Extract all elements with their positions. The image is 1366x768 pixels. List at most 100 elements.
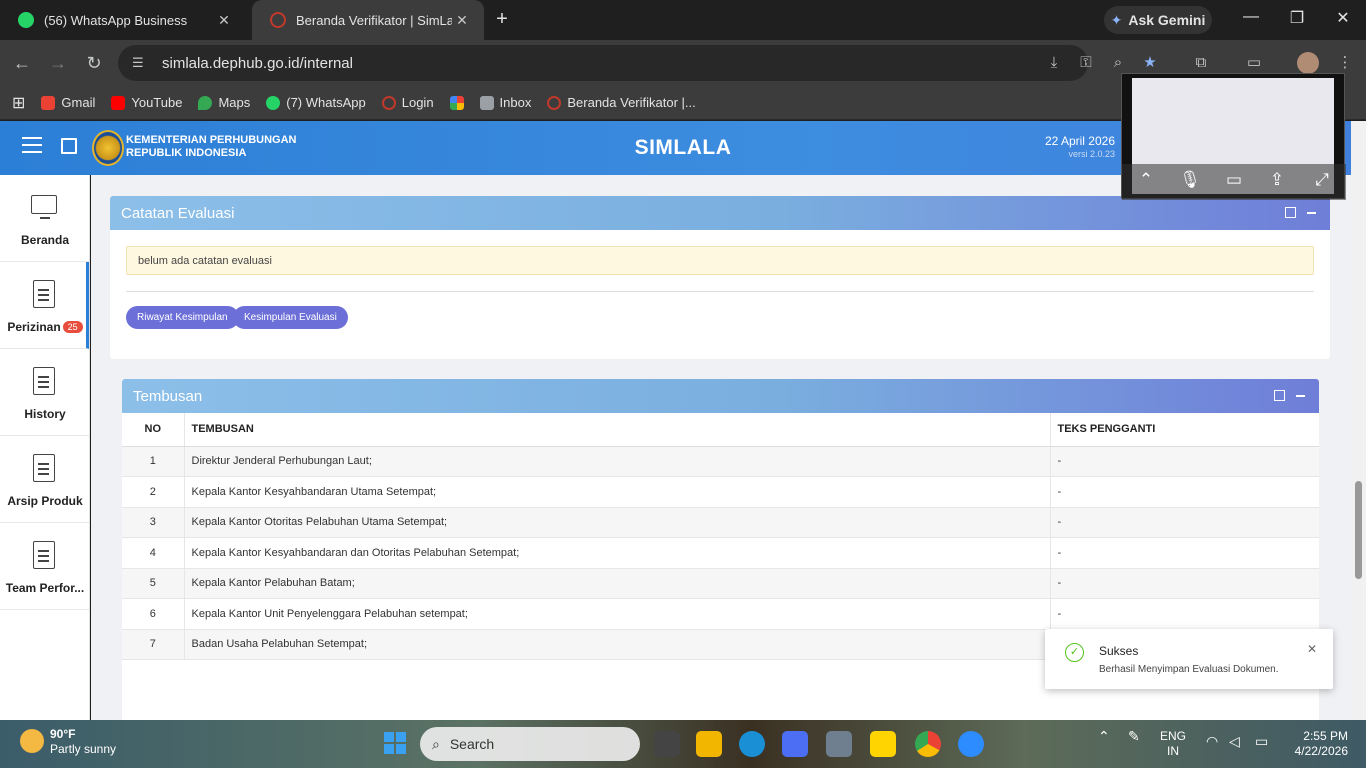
divider bbox=[126, 291, 1314, 292]
install-app-icon[interactable]: ⤓ bbox=[1043, 52, 1065, 74]
bookmark-whatsapp[interactable]: (7) WhatsApp bbox=[266, 95, 366, 110]
tab-whatsapp-business[interactable]: (56) WhatsApp Business ✕ bbox=[0, 0, 246, 40]
sidebar-item-perizinan[interactable]: Perizinan 25 bbox=[0, 262, 89, 349]
card-title: Catatan Evaluasi bbox=[121, 205, 235, 222]
share-screen-icon[interactable]: ⇪ bbox=[1265, 170, 1289, 190]
whatsapp-icon bbox=[266, 95, 281, 110]
globe-icon bbox=[547, 95, 562, 110]
bookmark-login[interactable]: Login bbox=[381, 95, 434, 110]
ask-gemini-button[interactable]: ✦ Ask Gemini bbox=[1104, 6, 1212, 34]
globe-icon bbox=[270, 12, 286, 28]
maps-icon bbox=[198, 95, 213, 110]
cast-icon[interactable]: ▭ bbox=[1243, 52, 1265, 74]
sticky-notes-icon[interactable] bbox=[870, 731, 896, 757]
header-date: 22 April 2026 bbox=[1044, 134, 1115, 148]
apps-grid-icon[interactable]: ⊞ bbox=[12, 93, 25, 113]
ask-gemini-label: Ask Gemini bbox=[1128, 12, 1206, 28]
document-icon bbox=[33, 367, 55, 395]
evaluation-note: belum ada catatan evaluasi bbox=[126, 246, 1314, 275]
expand-window-icon[interactable]: ⤢ bbox=[1310, 170, 1334, 190]
collapse-icon[interactable] bbox=[1296, 395, 1305, 397]
bookmark-gmail[interactable]: Gmail bbox=[41, 95, 95, 110]
sidebar-item-arsip-produk[interactable]: Arsip Produk bbox=[0, 436, 89, 523]
expand-icon[interactable] bbox=[1274, 390, 1285, 401]
forward-icon[interactable]: → bbox=[45, 50, 71, 76]
close-tab-icon[interactable]: ✕ bbox=[452, 12, 472, 29]
riwayat-kesimpulan-button[interactable]: Riwayat Kesimpulan bbox=[126, 306, 239, 329]
address-bar[interactable]: ☰ simlala.dephub.go.id/internal bbox=[118, 45, 1088, 81]
notification-message: Berhasil Menyimpan Evaluasi Dokumen. bbox=[1099, 664, 1279, 675]
chrome-icon[interactable] bbox=[915, 731, 941, 757]
restore-icon[interactable]: ❐ bbox=[1282, 8, 1312, 28]
close-window-icon[interactable]: ✕ bbox=[1328, 8, 1358, 28]
bookmark-star-icon[interactable]: ★ bbox=[1139, 52, 1161, 74]
task-view-icon[interactable] bbox=[654, 731, 680, 757]
table-row: 1 Direktur Jenderal Perhubungan Laut; - bbox=[122, 446, 1319, 477]
check-circle-icon: ✓ bbox=[1065, 643, 1084, 662]
column-header: NO bbox=[122, 413, 185, 447]
windows-start-icon[interactable] bbox=[384, 732, 406, 754]
site-settings-icon[interactable]: ☰ bbox=[132, 55, 150, 71]
bookmark-youtube[interactable]: YouTube bbox=[111, 95, 182, 110]
youtube-icon bbox=[111, 95, 126, 110]
document-icon bbox=[33, 541, 55, 569]
scrollbar-thumb[interactable] bbox=[1355, 481, 1362, 579]
notification-title: Sukses bbox=[1099, 644, 1139, 658]
column-header: TEKS PENGGANTI bbox=[1050, 413, 1319, 447]
chevron-up-icon[interactable]: ⌃ bbox=[1134, 170, 1158, 190]
battery-icon[interactable]: ▭ bbox=[1255, 734, 1268, 749]
camera-app-icon[interactable] bbox=[826, 731, 852, 757]
sidebar-item-label: Beranda bbox=[20, 233, 70, 247]
weather-widget[interactable]: 90°F Partly sunny bbox=[20, 727, 116, 757]
profile-avatar[interactable] bbox=[1297, 52, 1319, 74]
copilot-icon[interactable] bbox=[782, 731, 808, 757]
close-icon[interactable]: ✕ bbox=[1307, 642, 1317, 656]
zoom-icon[interactable]: ⌕ bbox=[1107, 52, 1129, 74]
zoom-app-icon[interactable] bbox=[958, 731, 984, 757]
expand-icon[interactable] bbox=[1285, 207, 1296, 218]
pen-icon[interactable]: ✎ bbox=[1128, 729, 1140, 744]
camera-off-icon[interactable]: ▭ bbox=[1222, 170, 1246, 190]
document-icon bbox=[33, 454, 55, 482]
new-tab-icon[interactable]: + bbox=[492, 8, 512, 31]
extensions-icon[interactable]: ⧉ bbox=[1190, 52, 1212, 74]
clock[interactable]: 2:55 PM 4/22/2026 bbox=[1290, 729, 1348, 759]
collapse-icon[interactable] bbox=[1307, 212, 1316, 214]
pinwheel-icon bbox=[449, 95, 464, 110]
file-explorer-icon[interactable] bbox=[696, 731, 722, 757]
gmail-icon bbox=[41, 95, 56, 110]
language-indicator[interactable]: ENG IN bbox=[1160, 729, 1186, 759]
bookmark-maps[interactable]: Maps bbox=[198, 95, 250, 110]
reload-icon[interactable]: ↻ bbox=[81, 50, 107, 76]
taskbar-search[interactable]: ⌕ Search bbox=[420, 727, 640, 761]
sidebar-item-beranda[interactable]: Beranda bbox=[0, 175, 89, 262]
page-scrollbar[interactable] bbox=[1351, 121, 1366, 720]
wifi-icon[interactable]: ◠ bbox=[1206, 734, 1218, 749]
bookmark-inbox[interactable]: Inbox bbox=[479, 95, 531, 110]
monitor-icon bbox=[31, 195, 57, 219]
password-key-icon[interactable]: ⚿ bbox=[1075, 52, 1097, 74]
card-header: Tembusan bbox=[122, 379, 1319, 413]
picture-in-picture-window[interactable]: ⌃ 🎙 ▭ ⇪ ⤢ bbox=[1121, 73, 1346, 200]
menu-kebab-icon[interactable]: ⋮ bbox=[1334, 52, 1356, 74]
edge-icon[interactable] bbox=[739, 731, 765, 757]
sidebar-item-history[interactable]: History bbox=[0, 349, 89, 436]
table-row: 2 Kepala Kantor Kesyahbandaran Utama Sete… bbox=[122, 476, 1319, 508]
weather-condition: Partly sunny bbox=[50, 742, 117, 756]
tab-simlala[interactable]: Beranda Verifikator | SimLala ✕ bbox=[252, 0, 484, 40]
kesimpulan-evaluasi-button[interactable]: Kesimpulan Evaluasi bbox=[233, 306, 348, 329]
volume-icon[interactable]: ◁ bbox=[1229, 734, 1240, 749]
close-tab-icon[interactable]: ✕ bbox=[214, 12, 234, 29]
temperature: 90°F bbox=[50, 727, 76, 741]
minimize-icon[interactable]: — bbox=[1236, 8, 1266, 26]
partly-sunny-icon bbox=[20, 729, 44, 753]
success-notification: ✓ Sukses Berhasil Menyimpan Evaluasi Dok… bbox=[1045, 629, 1333, 689]
document-icon bbox=[33, 280, 55, 308]
back-icon[interactable]: ← bbox=[9, 50, 35, 76]
bookmark-photos[interactable] bbox=[449, 95, 464, 110]
card-header: Catatan Evaluasi bbox=[110, 196, 1330, 230]
chevron-up-icon[interactable]: ⌃ bbox=[1098, 729, 1110, 744]
mic-off-icon[interactable]: 🎙 bbox=[1178, 170, 1202, 190]
bookmark-beranda[interactable]: Beranda Verifikator |... bbox=[547, 95, 696, 110]
sidebar-item-team-performance[interactable]: Team Perfor... bbox=[0, 523, 89, 610]
